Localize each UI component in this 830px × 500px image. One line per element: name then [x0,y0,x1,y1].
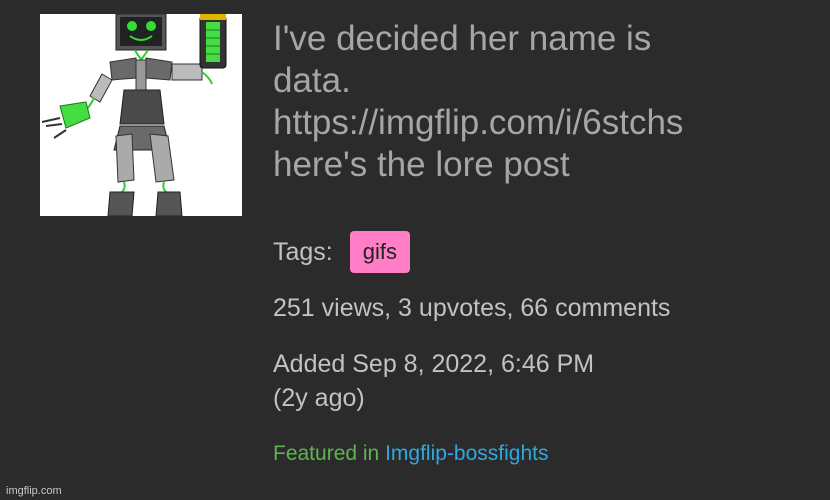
post-title-line: here's the lore post [273,145,570,184]
post-thumbnail[interactable] [40,14,242,216]
tags-label: Tags: [273,237,333,266]
featured-stream-link[interactable]: Imgflip-bossfights [385,442,548,465]
post-title-line: https://imgflip.com/i/6stchs [273,103,684,142]
added-date: Added Sep 8, 2022, 6:46 PM (2y ago) [273,347,594,415]
post-stats: 251 views, 3 upvotes, 66 comments [273,294,671,322]
added-relative: (2y ago) [273,384,365,412]
imgflip-watermark: imgflip.com [6,485,62,497]
post-title: I've decided her name is data. https://i… [273,18,813,186]
tag-gifs[interactable]: gifs [349,231,411,273]
post-title-line: I've decided her name is [273,19,652,58]
added-timestamp: Added Sep 8, 2022, 6:46 PM [273,350,595,378]
tags-row: Tags: gifs [273,230,411,274]
featured-label: Featured in [273,442,380,465]
post-title-line: data. [273,61,351,100]
robot-drawing-icon [41,14,227,216]
featured-in: Featured in Imgflip-bossfights [273,440,548,468]
